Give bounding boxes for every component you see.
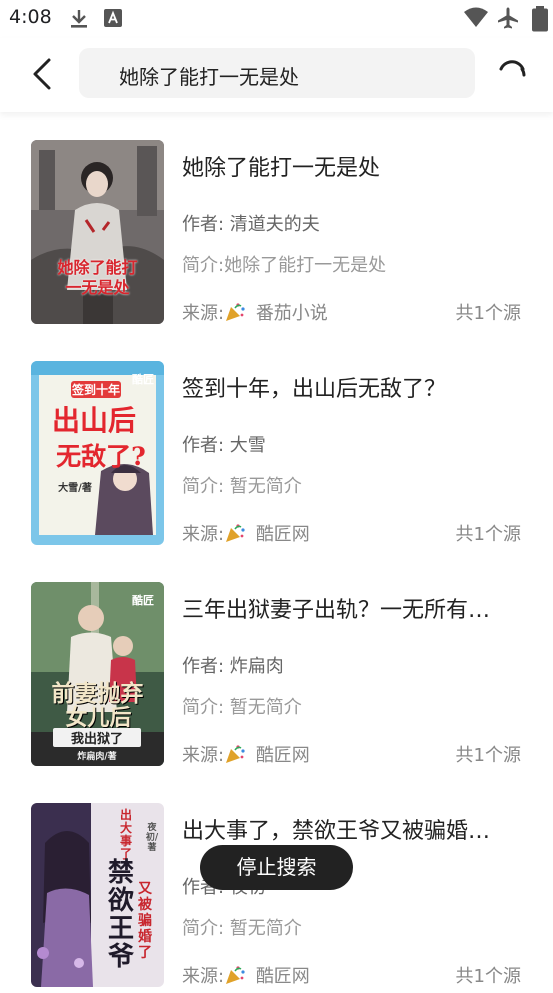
source-prefix: 来源: (182, 745, 225, 766)
search-header: 她除了能打一无是处 (0, 38, 553, 112)
source-count[interactable]: 共1个源 (456, 299, 521, 325)
cover-author: 夜初/著 (145, 823, 159, 853)
stop-search-toast[interactable]: 停止搜索 (200, 845, 353, 890)
source-count[interactable]: 共1个源 (456, 520, 521, 546)
book-title: 签到十年，出山后无敌了？ (182, 377, 447, 402)
font-app-icon (104, 9, 122, 27)
book-cover[interactable]: 她除了能打 一无是处 (31, 140, 164, 324)
cover-tag: 出大事了 (119, 808, 132, 861)
book-source: 来源: 番茄小说 (182, 299, 328, 325)
party-popper-icon (226, 745, 245, 763)
cover-title-line: 出山后 (51, 404, 136, 437)
party-popper-icon (226, 524, 245, 542)
cover-subtitle: 又被骗婚了 (138, 881, 152, 961)
book-source: 来源: 酷匠网 (182, 741, 310, 767)
source-name: 酷匠网 (255, 524, 310, 545)
source-prefix: 来源: (182, 524, 225, 545)
status-bar: 4:08 (0, 0, 553, 38)
source-name: 番茄小说 (255, 303, 328, 324)
cover-tag: 签到十年 (71, 381, 121, 398)
wifi-icon (464, 7, 488, 27)
cover-subtitle: 我出狱了 (53, 728, 141, 747)
cover-author: 炸扁肉/著 (77, 752, 117, 762)
cover-publisher: 酷匠 (132, 594, 154, 607)
book-intro: 简介: 暂无简介 (182, 697, 302, 718)
book-author: 作者: 清道夫的夫 (182, 214, 320, 235)
book-intro: 简介: 暂无简介 (182, 918, 302, 939)
book-cover[interactable]: 出大事了 禁欲王爷 又被骗婚了 夜初/著 (31, 803, 164, 987)
source-count[interactable]: 共1个源 (456, 962, 521, 988)
book-list-item[interactable]: 出大事了 禁欲王爷 又被骗婚了 夜初/著 出大事了，禁欲王爷又被骗婚… 作者: … (0, 803, 553, 993)
book-cover[interactable]: 前妻抛弃 女儿后 我出狱了 炸扁肉/著 酷匠 (31, 582, 164, 766)
book-source: 来源: 酷匠网 (182, 520, 310, 546)
book-list-item[interactable]: 她除了能打 一无是处 她除了能打一无是处 作者: 清道夫的夫 简介:她除了能打一… (0, 140, 553, 330)
book-title: 出大事了，禁欲王爷又被骗婚… (182, 819, 491, 844)
cover-title-line: 她除了能打 (57, 258, 138, 277)
book-title: 三年出狱妻子出轨？一无所有… (182, 598, 491, 623)
source-prefix: 来源: (182, 303, 225, 324)
airplane-mode-icon (498, 7, 518, 29)
book-author: 作者: 大雪 (182, 435, 266, 456)
book-intro: 简介: 暂无简介 (182, 476, 302, 497)
loading-spinner-icon (499, 60, 526, 77)
cover-title-line: 禁欲王爷 (107, 858, 134, 972)
search-input[interactable]: 她除了能打一无是处 (79, 48, 475, 98)
book-source: 来源: 酷匠网 (182, 962, 310, 988)
book-author: 作者: 炸扁肉 (182, 656, 284, 677)
book-title: 她除了能打一无是处 (182, 156, 381, 181)
back-arrow-icon[interactable] (26, 56, 60, 92)
cover-publisher: 酷匠 (132, 373, 154, 386)
book-list-item[interactable]: 前妻抛弃 女儿后 我出狱了 炸扁肉/著 酷匠 三年出狱妻子出轨？一无所有… 作者… (0, 582, 553, 772)
cover-author: 大雪/著 (58, 483, 92, 494)
source-prefix: 来源: (182, 966, 225, 987)
book-cover[interactable]: 签到十年 酷匠 出山后 无敌了? 大雪/著 (31, 361, 164, 545)
book-list-item[interactable]: 签到十年 酷匠 出山后 无敌了? 大雪/著 签到十年，出山后无敌了？ 作者: 大… (0, 361, 553, 551)
book-intro: 简介:她除了能打一无是处 (182, 255, 387, 276)
source-name: 酷匠网 (255, 745, 310, 766)
cover-title-line: 一无是处 (65, 278, 130, 297)
source-name: 酷匠网 (255, 966, 310, 987)
status-time: 4:08 (9, 6, 52, 28)
cover-title-line: 无敌了? (56, 442, 146, 471)
battery-icon (532, 6, 548, 32)
party-popper-icon (226, 303, 245, 321)
download-icon (71, 10, 87, 28)
party-popper-icon (226, 966, 245, 984)
search-query[interactable]: 她除了能打一无是处 (119, 61, 299, 90)
source-count[interactable]: 共1个源 (456, 741, 521, 767)
